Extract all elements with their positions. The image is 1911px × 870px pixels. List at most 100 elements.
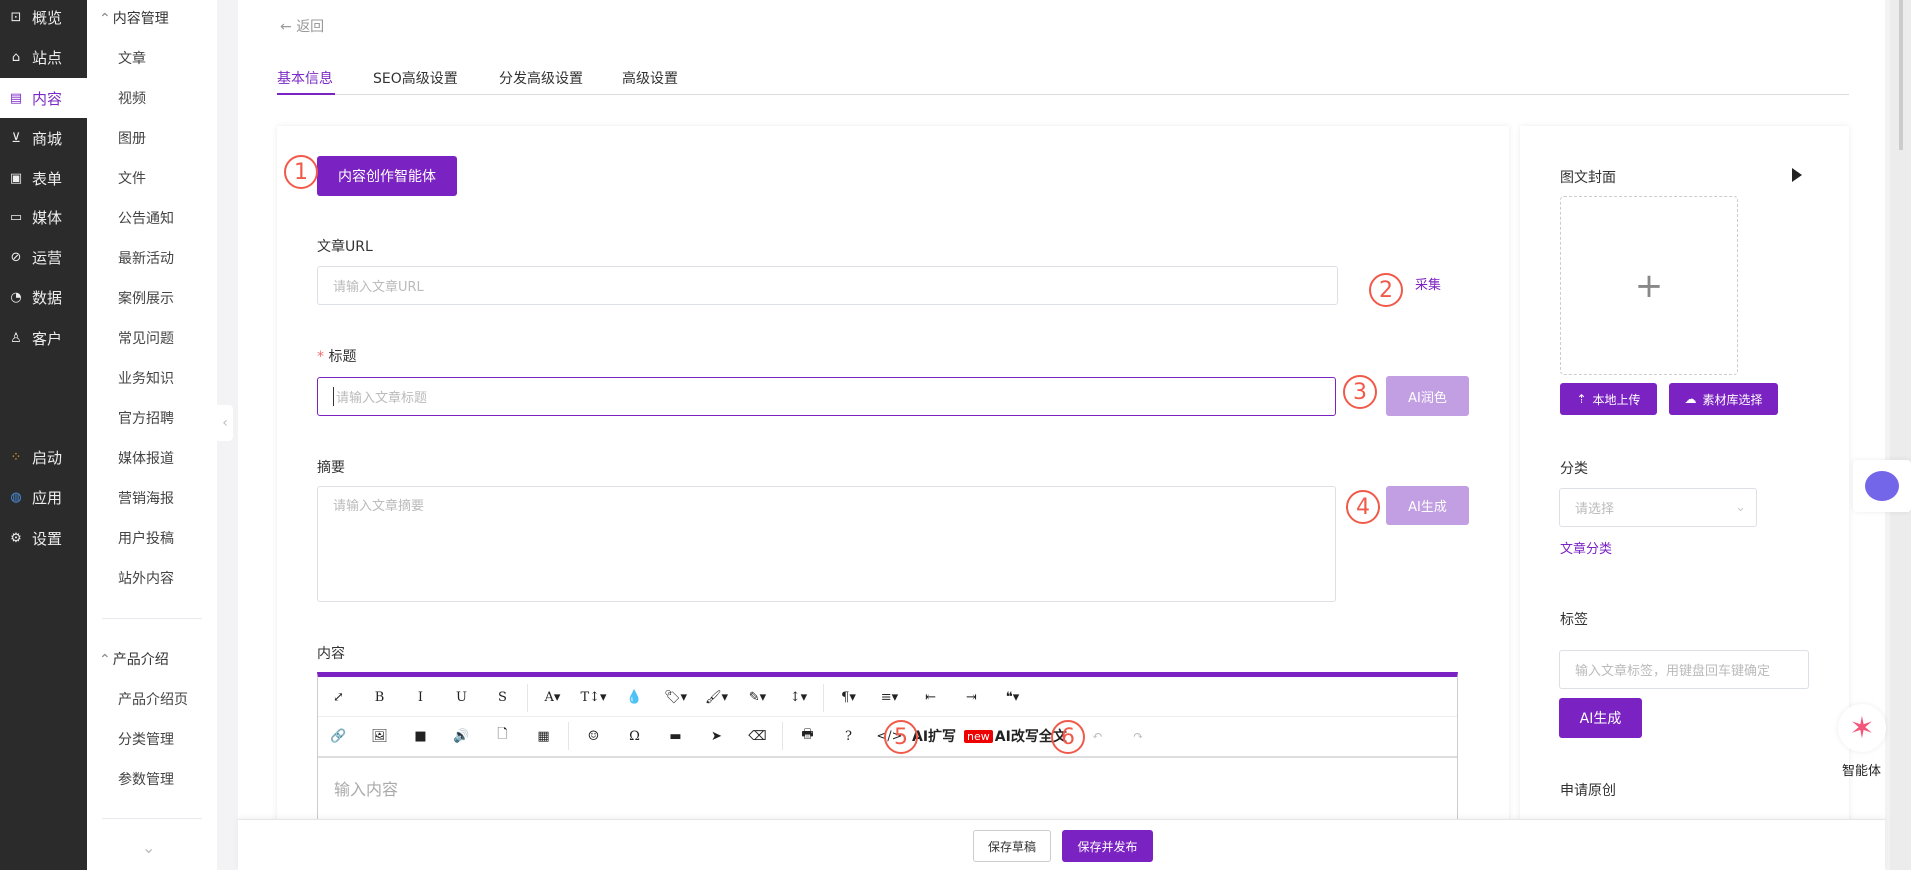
scrollbar[interactable] — [1890, 0, 1911, 870]
back-link[interactable]: ← 返回 — [280, 16, 324, 36]
toolbar-button[interactable]: ⇤ — [910, 690, 951, 705]
subnav-item[interactable]: 站外内容 — [118, 568, 174, 588]
toolbar-button[interactable]: ■ — [400, 729, 441, 744]
toolbar-button[interactable]: ⇥ — [951, 690, 992, 705]
toolbar-button[interactable]: ✎▾ — [737, 690, 778, 705]
tab-3[interactable]: 高级设置 — [622, 68, 678, 88]
cover-label: 图文封面 — [1560, 170, 1616, 186]
url-input[interactable]: 请输入文章URL — [317, 266, 1338, 305]
tab-1[interactable]: SEO高级设置 — [373, 68, 458, 88]
summary-textarea[interactable]: 请输入文章摘要 — [317, 486, 1336, 602]
nav-app-1[interactable]: ◍ 应用 — [0, 477, 87, 517]
nav-item-8[interactable]: ♙ 客户 — [0, 318, 87, 358]
toolbar-button[interactable]: 🖼 — [359, 729, 400, 744]
local-upload-button[interactable]: ⇡ 本地上传 — [1560, 383, 1657, 415]
toolbar-button[interactable]: ¶▾ — [828, 690, 869, 705]
content-agent-button[interactable]: 内容创作智能体 — [317, 156, 457, 196]
agent-float-button[interactable]: ✶ — [1838, 704, 1886, 752]
chevron-down-icon[interactable]: ⌄ — [142, 838, 155, 857]
toolbar-button[interactable]: ≡▾ — [869, 690, 910, 705]
redo-button[interactable]: ↷ — [1118, 729, 1159, 744]
toolbar-button[interactable]: ⌫ — [737, 729, 778, 744]
title-placeholder: 请输入文章标题 — [333, 387, 427, 406]
toolbar-button[interactable]: ⤢ — [318, 690, 359, 705]
subnav-item[interactable]: 最新活动 — [118, 248, 174, 268]
toolbar-button[interactable]: 💧 — [614, 690, 655, 705]
toolbar-button[interactable]: S — [482, 690, 523, 705]
toolbar-button[interactable]: ▦ — [523, 729, 564, 744]
subnav-item[interactable]: 产品介绍页 — [118, 689, 188, 709]
subnav-group-group1[interactable]: ⌃ 内容管理 — [99, 8, 169, 28]
subnav-item[interactable]: 文章 — [118, 48, 146, 68]
toolbar-button[interactable]: 🗋 — [482, 725, 523, 747]
nav-item-7[interactable]: ◔ 数据 — [0, 277, 87, 317]
toolbar-button[interactable]: 🖶 — [787, 725, 828, 747]
subnav-item[interactable]: 媒体报道 — [118, 448, 174, 468]
subnav-item[interactable]: 公告通知 — [118, 208, 174, 228]
customer-service-button[interactable] — [1853, 460, 1911, 512]
toolbar-button[interactable]: ? — [828, 729, 869, 744]
subnav-item[interactable]: 官方招聘 — [118, 408, 174, 428]
subnav-item[interactable]: 业务知识 — [118, 368, 174, 388]
toolbar-button[interactable]: 🖌▾ — [696, 690, 737, 705]
ai-expand-button[interactable]: AI扩写 — [912, 726, 956, 746]
content-label: 内容 — [317, 646, 345, 662]
content-editor-area[interactable]: 输入内容 — [334, 776, 398, 800]
collapse-sidebar-handle[interactable]: ‹ — [217, 405, 233, 441]
toolbar-button[interactable]: 🔗 — [318, 729, 359, 744]
subnav-item[interactable]: 文件 — [118, 168, 146, 188]
subnav-item[interactable]: 分类管理 — [118, 729, 174, 749]
summary-ai-generate-button[interactable]: AI生成 — [1386, 486, 1469, 525]
subnav-item[interactable]: 营销海报 — [118, 488, 174, 508]
nav-app-label: 启动 — [32, 448, 63, 467]
toolbar-button[interactable]: 🔊 — [441, 729, 482, 744]
toolbar-button[interactable]: ☺ — [573, 729, 614, 744]
toolbar-button[interactable]: ↕▾ — [778, 690, 819, 705]
subnav-item[interactable]: 图册 — [118, 128, 146, 148]
tab-0[interactable]: 基本信息 — [277, 68, 333, 88]
save-draft-button[interactable]: 保存草稿 — [973, 830, 1051, 862]
subnav-item[interactable]: 视频 — [118, 88, 146, 108]
toolbar-button[interactable]: Ω — [614, 729, 655, 744]
toolbar-button[interactable]: A▾ — [532, 690, 573, 705]
ai-polish-button[interactable]: AI润色 — [1386, 376, 1469, 416]
toolbar-button[interactable]: I — [400, 690, 441, 705]
nav-item-3[interactable]: ⊻ 商城 — [0, 118, 87, 158]
nav-app-0[interactable]: ⁘ 启动 — [0, 437, 87, 477]
nav-item-2[interactable]: ▤ 内容 — [0, 78, 87, 118]
toolbar-button[interactable]: U — [441, 690, 482, 705]
play-triangle-icon[interactable] — [1792, 168, 1802, 182]
save-publish-button[interactable]: 保存并发布 — [1062, 830, 1153, 862]
nav-item-5[interactable]: ▭ 媒体 — [0, 197, 87, 237]
cover-upload-box[interactable]: + — [1560, 196, 1738, 375]
subnav-item[interactable]: 常见问题 — [118, 328, 174, 348]
tag-input[interactable]: 输入文章标签，用键盘回车键确定 — [1559, 650, 1809, 689]
toolbar-button[interactable]: ❝▾ — [992, 690, 1033, 705]
nav-item-label: 运营 — [32, 248, 63, 267]
tag-ai-generate-button[interactable]: AI生成 — [1559, 698, 1642, 738]
nav-app-2[interactable]: ⚙ 设置 — [0, 518, 87, 558]
material-library-button[interactable]: ☁ 素材库选择 — [1669, 383, 1778, 415]
nav-item-6[interactable]: ⊘ 运营 — [0, 237, 87, 277]
toolbar-button[interactable]: T↕▾ — [573, 690, 614, 705]
gear-icon: ⚙ — [10, 530, 22, 546]
subnav-item[interactable]: 参数管理 — [118, 769, 174, 789]
tag-placeholder: 输入文章标签，用键盘回车键确定 — [1575, 664, 1771, 679]
toolbar-button[interactable]: ▬ — [655, 729, 696, 744]
nav-item-0[interactable]: ⊡ 概览 — [0, 0, 87, 37]
nav-item-1[interactable]: ⌂ 站点 — [0, 37, 87, 77]
toolbar-button[interactable]: B — [359, 690, 400, 705]
toolbar-button[interactable]: ➤ — [696, 729, 737, 744]
collect-link[interactable]: 采集 — [1415, 274, 1441, 293]
article-category-link[interactable]: 文章分类 — [1560, 538, 1612, 557]
title-input[interactable]: 请输入文章标题 — [317, 377, 1336, 416]
toolbar-button[interactable]: 🏷▾ — [655, 690, 696, 705]
tab-2[interactable]: 分发高级设置 — [499, 68, 583, 88]
nav-item-4[interactable]: ▣ 表单 — [0, 158, 87, 198]
subnav-group-group2[interactable]: ⌃ 产品介绍 — [99, 649, 169, 669]
sub-nav: ⌃ 内容管理文章视频图册文件公告通知最新活动案例展示常见问题业务知识官方招聘媒体报… — [87, 0, 217, 870]
subnav-item[interactable]: 案例展示 — [118, 288, 174, 308]
category-select[interactable]: 请选择 ⌄ — [1559, 488, 1757, 527]
editor-toolbar-row-1: ⤢ B I U S A▾ T↕▾ 💧 🏷▾ 🖌▾ ✎▾ ↕▾ ¶▾ ≡▾ ⇤ ⇥ ❝▾ — [318, 679, 1457, 717]
subnav-item[interactable]: 用户投稿 — [118, 528, 174, 548]
